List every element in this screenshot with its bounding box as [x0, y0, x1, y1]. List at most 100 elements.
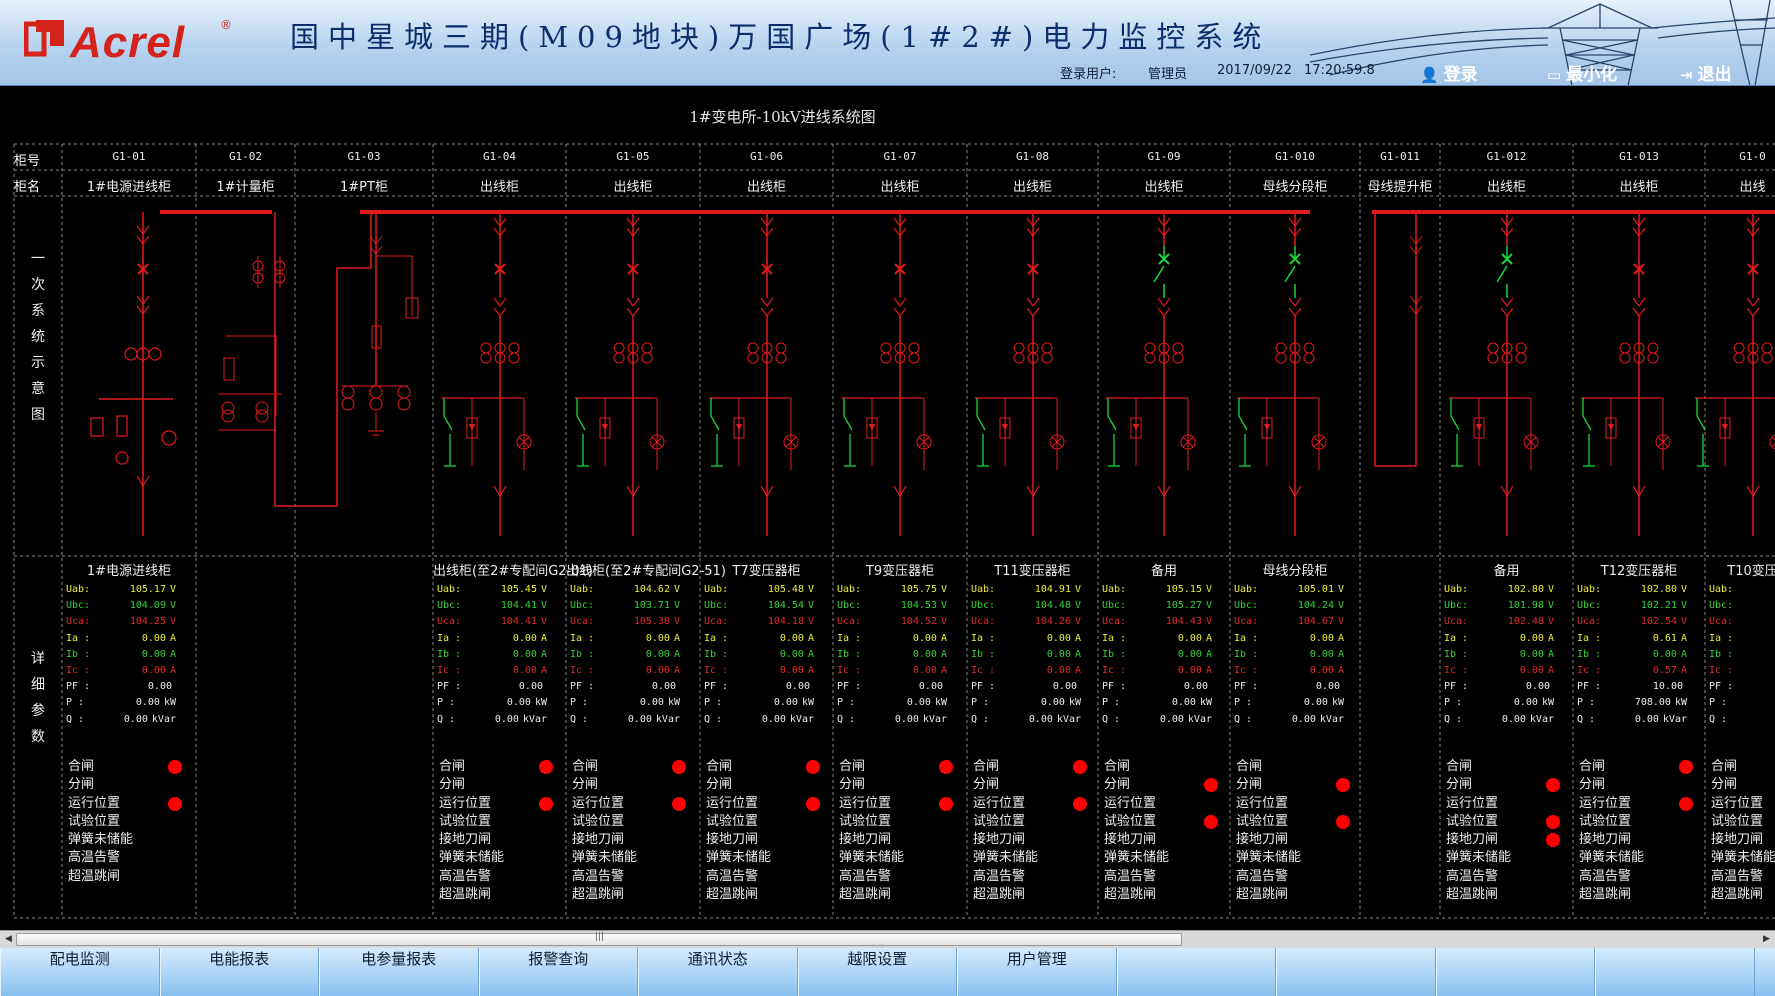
nav-tab-10[interactable] — [1595, 948, 1755, 996]
parameter-unit: V — [1205, 584, 1212, 595]
schematic-g1-011 — [1374, 212, 1423, 467]
status-row: 分闸 — [1711, 776, 1775, 794]
nav-tab-9[interactable] — [1435, 948, 1595, 996]
parameter-number: 0.00 — [645, 632, 670, 644]
parameter-key: PF : — [971, 681, 996, 693]
cabinet-name: 1#电源进线柜 — [86, 180, 172, 195]
parameter-key: Ib : — [66, 648, 91, 660]
parameter-row: Uca:V — [1709, 614, 1775, 630]
parameter-value: 0.00 A — [780, 647, 814, 663]
cabinet-name: 出线柜 — [1012, 180, 1052, 195]
status-label: 超温跳闸 — [1711, 887, 1764, 903]
parameter-value: 10.00 — [1653, 679, 1687, 695]
status-row: 分闸 — [1579, 776, 1697, 794]
nav-tab-7[interactable] — [1116, 948, 1276, 996]
parameter-key: Ia : — [1102, 632, 1127, 644]
nav-tab-8[interactable] — [1276, 948, 1436, 996]
schematic-g1-05 — [575, 212, 665, 536]
parameter-unit: kW — [934, 697, 947, 709]
horizontal-scrollbar[interactable]: ◀ ||| ▶ — [0, 930, 1775, 948]
nav-tab-6[interactable]: 用户管理 — [957, 948, 1117, 996]
status-row: 高温告警 — [706, 868, 824, 886]
nav-tab-4[interactable]: 通讯状态 — [638, 948, 798, 996]
parameter-key: P : — [971, 697, 990, 709]
parameter-key: P : — [1709, 697, 1728, 709]
status-label: 高温告警 — [1579, 868, 1632, 884]
parameter-value: 0.00 A — [513, 663, 547, 679]
status-row: 运行位置 — [1579, 795, 1697, 813]
parameter-row: Uab: 105.15 V — [1102, 582, 1212, 598]
parameter-unit: A — [940, 648, 947, 660]
scroll-thumb[interactable]: ||| — [16, 932, 1182, 946]
parameter-value: 104.41 V — [501, 598, 547, 614]
parameter-number: 0.00 — [494, 713, 519, 725]
parameter-row: Uca: 104.25 V — [66, 614, 176, 630]
nav-tab-2[interactable]: 电参量报表 — [319, 948, 479, 996]
parameter-value: 0.00 A — [142, 663, 176, 679]
status-row: 接地刀闸 — [1579, 831, 1697, 849]
cabinet-number: G1-013 — [1619, 150, 1659, 163]
parameter-number: 0.00 — [918, 681, 943, 693]
parameter-row: Uab: 102.80 V — [1577, 582, 1687, 598]
parameter-value: 0.00 A — [1178, 631, 1212, 647]
parameter-unit: V — [169, 584, 176, 595]
parameter-number: 0.00 — [779, 664, 804, 676]
status-row: 超温跳闸 — [1579, 886, 1697, 904]
parameter-key: P : — [570, 697, 589, 709]
status-label: 试验位置 — [1104, 813, 1157, 829]
parameter-number: 102.48 — [1507, 616, 1544, 628]
parameter-list: Uab: 102.80 V Ubc: 101.98 V Uca: 102.48 V Ia :0.0… — [1444, 582, 1554, 728]
nav-tab-3[interactable]: 报警查询 — [478, 948, 638, 996]
parameter-key: Ic : — [1234, 664, 1259, 676]
status-row: 超温跳闸 — [68, 868, 186, 886]
parameter-row: Ubc: 104.54 V — [704, 598, 814, 614]
parameter-value: 0.00 A — [513, 631, 547, 647]
scroll-right-icon[interactable]: ▶ — [1760, 933, 1773, 946]
parameter-value: 104.67 V — [1298, 614, 1344, 630]
parameter-value: 0.00 — [519, 679, 547, 695]
parameter-key: Uab: — [971, 584, 996, 595]
parameter-value: 103.71 V — [634, 598, 680, 614]
parameter-row: Uca: 102.54 V — [1577, 614, 1687, 630]
parameter-key: PF : — [66, 681, 91, 693]
parameter-row: P : 0.00 kW — [1234, 695, 1344, 711]
parameter-row: Q : 0.00 kVar — [971, 712, 1081, 728]
parameter-number: 104.52 — [900, 616, 937, 628]
parameter-number: 103.71 — [633, 600, 670, 612]
nav-tab-0[interactable]: 配电监测 — [0, 948, 160, 996]
parameter-number: 0.00 — [1177, 664, 1202, 676]
nav-tab-5[interactable]: 越限设置 — [797, 948, 957, 996]
parameter-list: Uab: 104.91 V Ubc: 104.48 V Uca: 104.26 V Ia :0.0… — [971, 582, 1081, 728]
status-row: 弹簧未储能 — [1446, 849, 1564, 867]
parameter-row: Ib : 0.00 A — [66, 647, 176, 663]
parameter-key: Ib : — [1234, 648, 1259, 660]
parameter-value: 102.80 V — [1641, 582, 1687, 598]
parameter-value: 104.18 V — [768, 614, 814, 630]
parameter-number: 102.21 — [1640, 600, 1677, 612]
parameter-key: Uab: — [1577, 584, 1602, 595]
parameter-number: 104.62 — [633, 584, 670, 595]
nav-tab-1[interactable]: 电能报表 — [159, 948, 319, 996]
parameter-value: 105.17 V — [130, 582, 176, 598]
parameter-row: PF : 0.00 — [837, 679, 947, 695]
parameter-unit: V — [1680, 616, 1687, 628]
parameter-row: Ic : 0.00 A — [1234, 663, 1344, 679]
exit-button[interactable]: ⇥ 退出 — [1680, 60, 1732, 85]
parameter-key: Ib : — [837, 648, 862, 660]
status-label: 超温跳闸 — [439, 887, 492, 903]
schematic-g1-06 — [709, 212, 799, 536]
status-label: 弹簧未储能 — [839, 850, 905, 866]
parameter-list: Uab: 105.48 V Ubc: 104.54 V Uca: 104.18 V Ia :0.0… — [704, 582, 814, 728]
minimize-button[interactable]: ▭ 最小化 — [1547, 60, 1617, 85]
parameter-value: 0.00 A — [142, 647, 176, 663]
status-row: 运行位置 — [1446, 795, 1564, 813]
parameter-row: Uab: 105.01 V — [1234, 582, 1344, 598]
login-user-label: 登录用户: — [1060, 67, 1117, 82]
status-row: 接地刀闸 — [572, 831, 690, 849]
parameter-unit: V — [1205, 600, 1212, 612]
cabinet-number: G1-09 — [1147, 150, 1181, 163]
login-button[interactable]: 👤 登录 — [1420, 60, 1478, 85]
parameter-key: Ic : — [66, 664, 91, 676]
parameter-list: Uab: 105.01 V Ubc: 104.24 V Uca: 104.67 V Ia :0.0… — [1234, 582, 1344, 728]
scroll-left-icon[interactable]: ◀ — [2, 933, 15, 946]
